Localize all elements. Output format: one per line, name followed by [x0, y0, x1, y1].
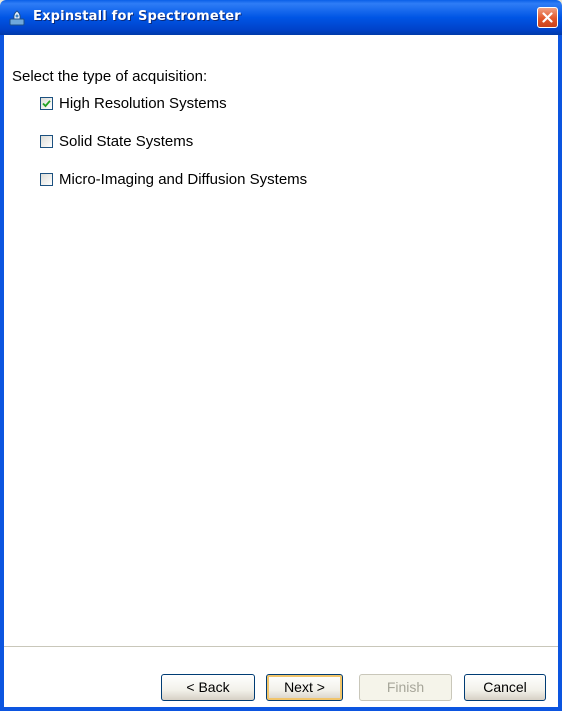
option-label: High Resolution Systems [59, 95, 227, 112]
close-button[interactable] [537, 7, 558, 28]
checkbox-solid-state[interactable] [40, 135, 53, 148]
close-icon [542, 12, 553, 23]
option-label: Micro-Imaging and Diffusion Systems [59, 171, 308, 188]
finish-button[interactable]: Finish [359, 674, 452, 701]
back-button[interactable]: < Back [161, 674, 255, 701]
window-frame-right [558, 35, 562, 711]
checkbox-micro-imaging[interactable] [40, 173, 53, 186]
option-label: Solid State Systems [59, 133, 194, 150]
checkmark-icon [42, 100, 51, 108]
wizard-content: Select the type of acquisition: High Res… [4, 35, 558, 646]
checkbox-high-resolution[interactable] [40, 97, 53, 110]
title-bar[interactable]: Expinstall for Spectrometer [0, 0, 562, 35]
acquisition-prompt: Select the type of acquisition: [12, 68, 208, 85]
window-frame-bottom [0, 707, 562, 711]
window-title: Expinstall for Spectrometer [33, 9, 241, 24]
app-icon [9, 10, 25, 26]
dialog-window: Expinstall for Spectrometer Select the t… [0, 0, 562, 711]
next-button[interactable]: Next > [266, 674, 343, 701]
cancel-button[interactable]: Cancel [464, 674, 546, 701]
button-bar: < Back Next > Finish Cancel [4, 647, 558, 707]
